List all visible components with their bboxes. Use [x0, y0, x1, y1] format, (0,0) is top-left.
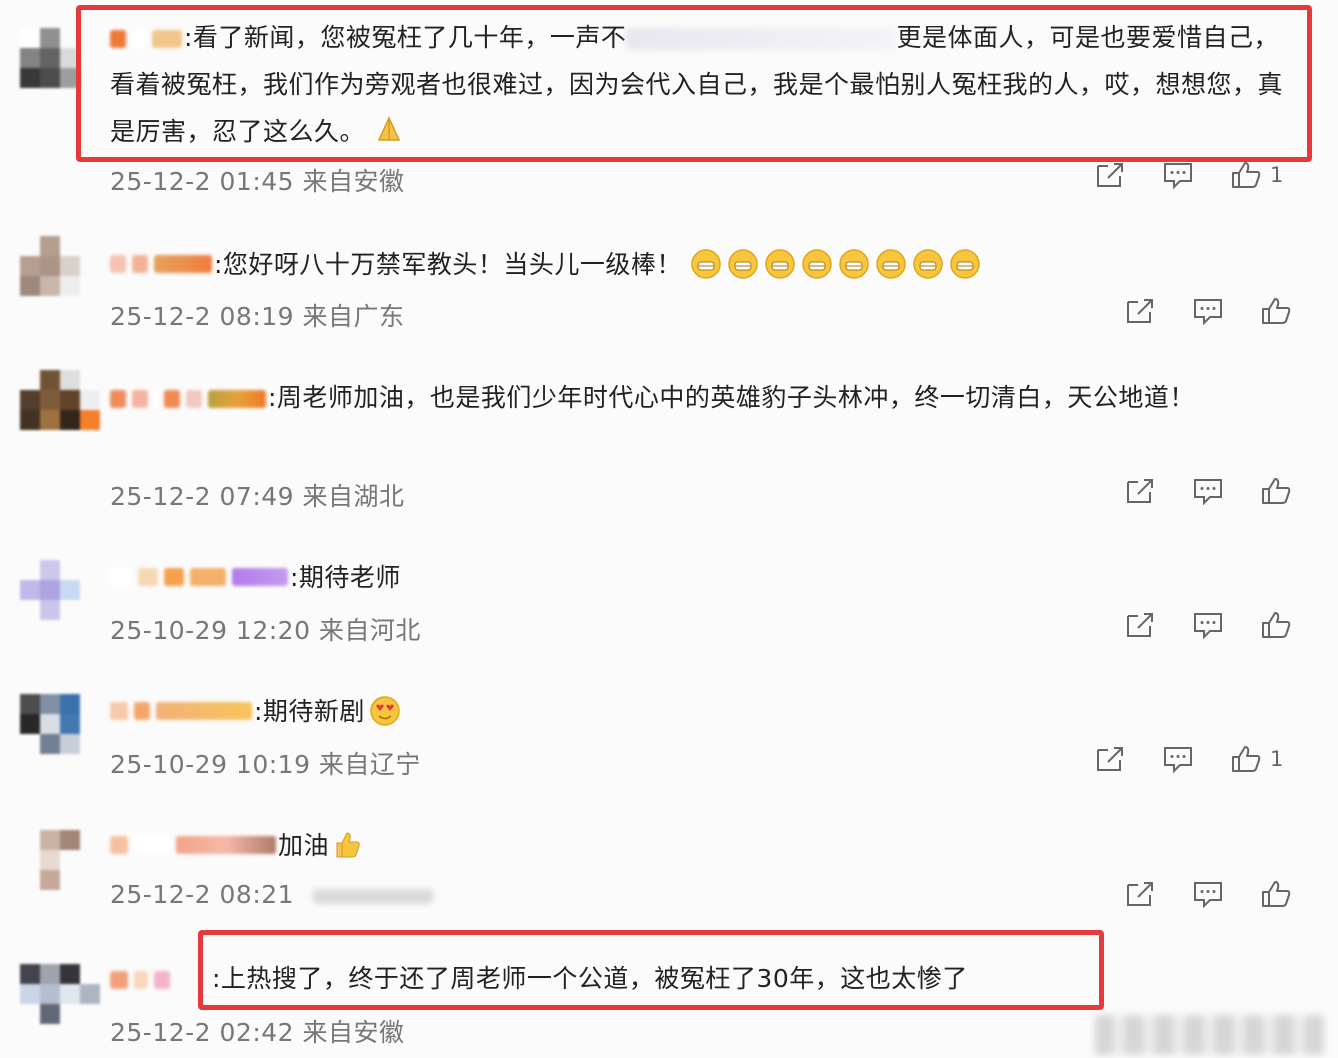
comment-icon: [1164, 163, 1192, 190]
comment-button[interactable]: [1160, 744, 1196, 774]
avatar[interactable]: [20, 236, 100, 316]
like-count: 1: [1270, 747, 1284, 771]
grin-face-icon: [950, 249, 980, 279]
comment-icon: [1164, 747, 1192, 774]
share-icon: [1127, 613, 1153, 637]
share-icon: [1127, 299, 1153, 323]
share-button[interactable]: [1122, 296, 1158, 326]
avatar[interactable]: [20, 370, 100, 450]
comment-text: :周老师加油，也是我们少年时代心中的英雄豹子头林冲，终一切清白，天公地道！: [110, 374, 1290, 421]
like-icon: [1262, 478, 1291, 504]
comment-meta: 25-12-2 02:42 来自安徽: [110, 1018, 405, 1047]
comment-button[interactable]: [1190, 879, 1226, 909]
share-icon: [1097, 163, 1123, 187]
grin-face-icon: [839, 249, 869, 279]
comment-meta: 25-12-2 07:49 来自湖北: [110, 482, 405, 511]
like-icon: [1262, 612, 1291, 638]
comment-meta: 25-10-29 10:19 来自辽宁: [110, 750, 421, 779]
comment-text: 加油: [278, 830, 330, 860]
grin-face-icon: [802, 249, 832, 279]
like-icon: [1232, 162, 1261, 188]
grin-emoji-row: [690, 248, 981, 280]
avatar[interactable]: [20, 830, 100, 910]
comment-icon: [1194, 613, 1222, 640]
like-icon: [1262, 298, 1291, 324]
thumbs-up-emoji-icon: [336, 832, 360, 858]
share-button[interactable]: [1092, 744, 1128, 774]
grin-face-icon: [765, 249, 795, 279]
like-button[interactable]: [1258, 296, 1294, 326]
comment-button[interactable]: [1160, 160, 1196, 190]
watermark-blur: [1095, 1015, 1325, 1055]
share-button[interactable]: [1122, 476, 1158, 506]
comment-icon: [1194, 882, 1222, 909]
share-button[interactable]: [1122, 610, 1158, 640]
comment-icon: [1194, 299, 1222, 326]
like-button[interactable]: [1258, 610, 1294, 640]
avatar[interactable]: [20, 964, 100, 1044]
like-count: 1: [1270, 163, 1284, 187]
comment-meta: 25-12-2 01:45 来自安徽: [110, 167, 405, 196]
grin-face-icon: [913, 249, 943, 279]
comment-text: :期待新剧: [254, 696, 365, 726]
share-icon: [1127, 882, 1153, 906]
share-button[interactable]: [1092, 160, 1128, 190]
comment-text: :期待老师: [290, 562, 401, 592]
highlight-box: [76, 5, 1312, 162]
grin-face-icon: [728, 249, 758, 279]
comment-button[interactable]: [1190, 476, 1226, 506]
like-button[interactable]: [1258, 476, 1294, 506]
grin-face-icon: [876, 249, 906, 279]
avatar[interactable]: [20, 560, 100, 640]
comment-text: :您好呀八十万禁军教头！当头儿一级棒！: [214, 249, 682, 279]
avatar[interactable]: [20, 694, 100, 774]
comment-icon: [1194, 479, 1222, 506]
comment-text: :上热搜了，终于还了周老师一个公道，被冤枉了30年，这也太惨了: [212, 963, 968, 993]
like-button[interactable]: [1228, 744, 1264, 774]
share-button[interactable]: [1122, 879, 1158, 909]
like-icon: [1262, 881, 1291, 907]
like-button[interactable]: [1258, 879, 1294, 909]
comment-meta: 25-12-2 08:21: [110, 880, 433, 909]
like-icon: [1232, 746, 1261, 772]
share-icon: [1127, 479, 1153, 503]
comment-button[interactable]: [1190, 296, 1226, 326]
grin-face-icon: [691, 249, 721, 279]
heart-eyes-icon: [370, 696, 400, 726]
comment-meta: 25-12-2 08:19 来自广东: [110, 302, 405, 331]
comment-meta: 25-10-29 12:20 来自河北: [110, 616, 421, 645]
share-icon: [1097, 747, 1123, 771]
comment-button[interactable]: [1190, 610, 1226, 640]
like-button[interactable]: [1228, 160, 1264, 190]
